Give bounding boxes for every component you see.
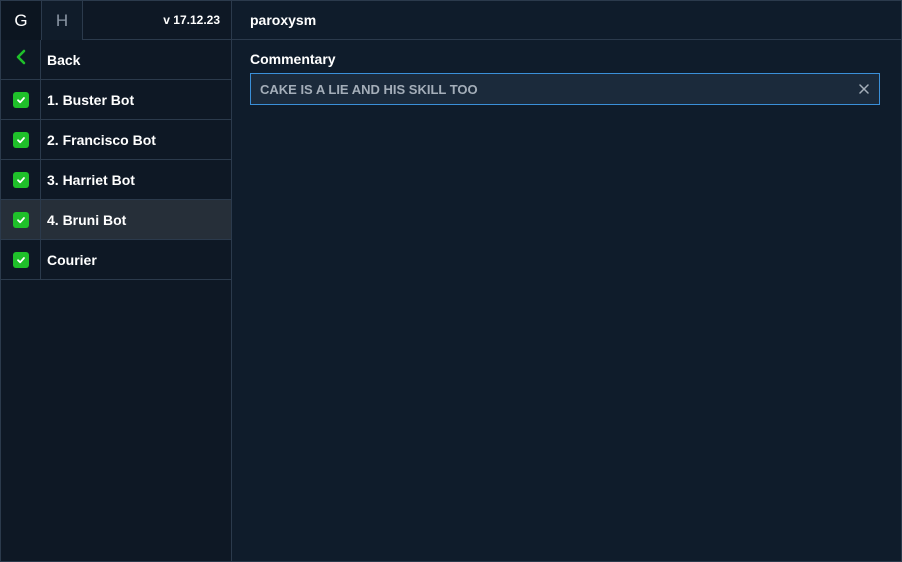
checkbox-checked-icon[interactable]	[12, 131, 29, 148]
checkbox-checked-icon[interactable]	[12, 91, 29, 108]
close-icon[interactable]	[849, 74, 879, 104]
checkbox-cell	[1, 160, 41, 199]
checkbox-checked-icon[interactable]	[12, 171, 29, 188]
checkbox-cell	[1, 200, 41, 239]
back-button[interactable]: Back	[1, 40, 231, 80]
tab-g[interactable]: G	[1, 1, 42, 40]
commentary-input[interactable]	[251, 74, 849, 104]
commentary-field	[250, 73, 880, 105]
version-label: v 17.12.23	[163, 13, 220, 27]
chevron-left-icon	[15, 49, 27, 70]
sidebar-item-label: 2. Francisco Bot	[47, 131, 156, 148]
checkbox-cell	[1, 120, 41, 159]
checkbox-checked-icon[interactable]	[12, 211, 29, 228]
sidebar-item-courier[interactable]: Courier	[1, 240, 231, 280]
checkbox-checked-icon[interactable]	[12, 251, 29, 268]
sidebar-item-label: 3. Harriet Bot	[47, 171, 135, 188]
sidebar-item-label: 1. Buster Bot	[47, 91, 135, 108]
sidebar-item-label: Courier	[47, 251, 97, 268]
page-title: paroxysm	[232, 1, 901, 40]
back-icon-cell	[1, 40, 41, 79]
sidebar-item-bruni-bot[interactable]: 4. Bruni Bot	[1, 200, 231, 240]
commentary-label: Commentary	[250, 51, 336, 67]
checkbox-cell	[1, 80, 41, 119]
checkbox-cell	[1, 240, 41, 279]
sidebar-item-label: 4. Bruni Bot	[47, 211, 127, 228]
sidebar: G H v 17.12.23 Back 1. Buster Bot 2. Fra…	[1, 1, 232, 561]
back-label: Back	[47, 51, 81, 68]
sidebar-item-harriet-bot[interactable]: 3. Harriet Bot	[1, 160, 231, 200]
sidebar-item-buster-bot[interactable]: 1. Buster Bot	[1, 80, 231, 120]
tab-h[interactable]: H	[42, 1, 83, 40]
sidebar-topbar: G H v 17.12.23	[1, 1, 231, 40]
sidebar-item-francisco-bot[interactable]: 2. Francisco Bot	[1, 120, 231, 160]
